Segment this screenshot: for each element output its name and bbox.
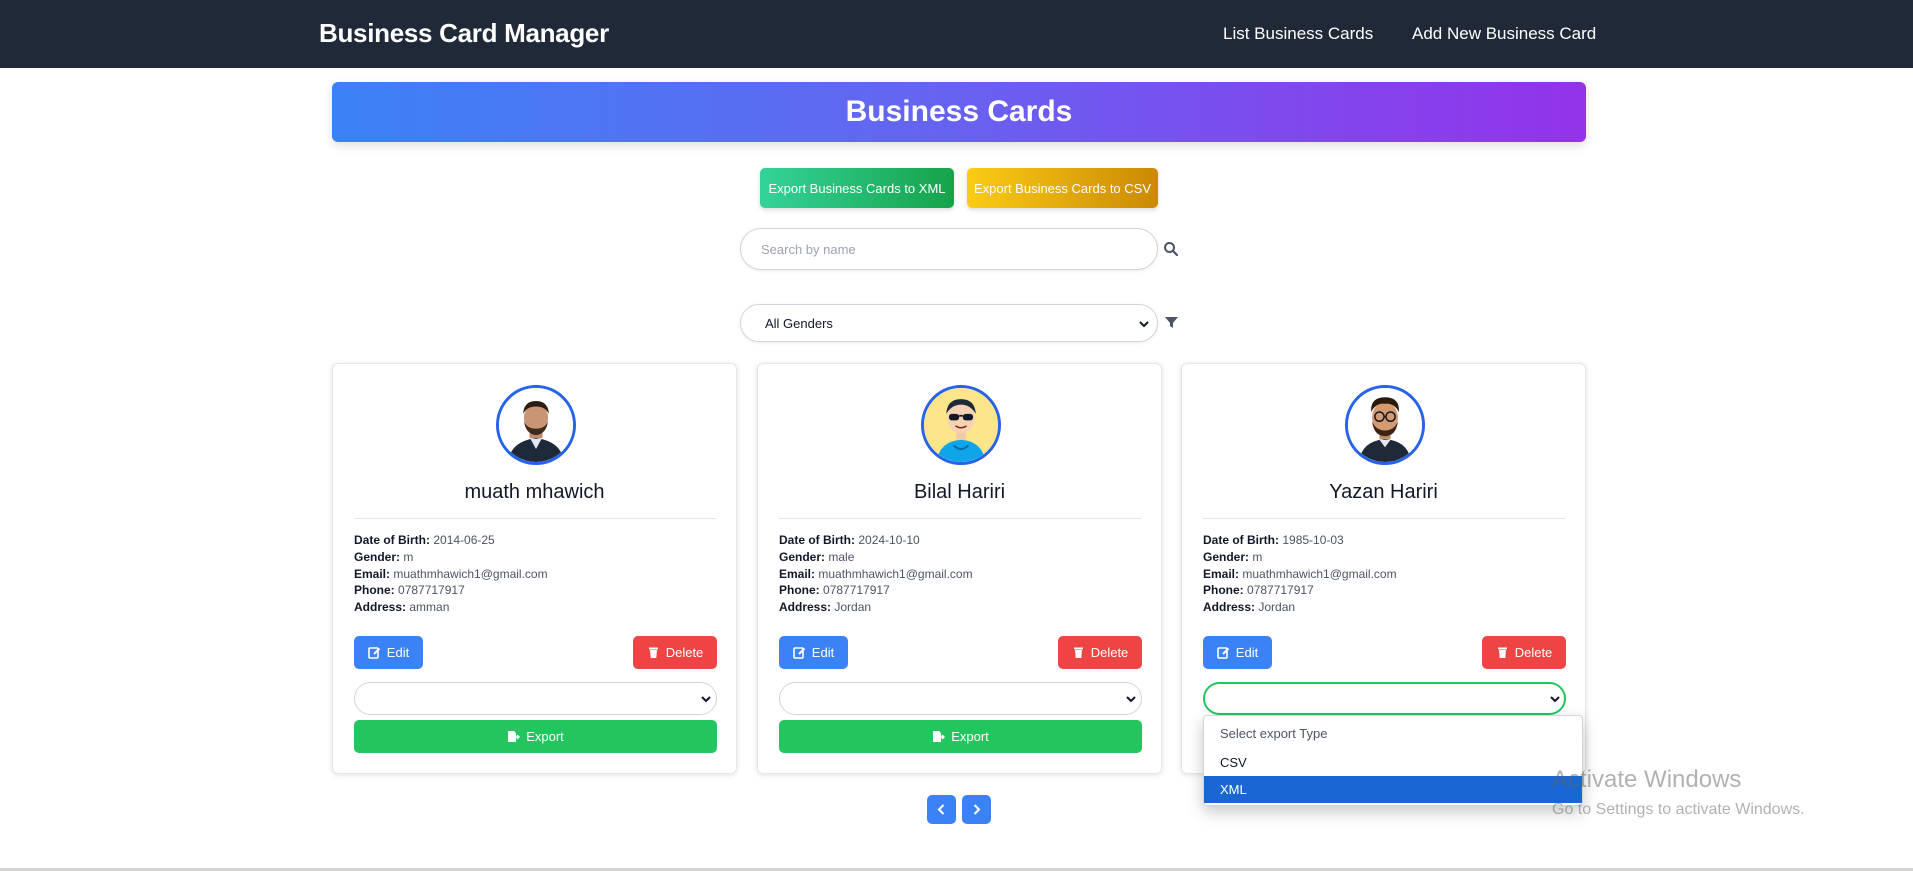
card-dob: Date of Birth: 2024-10-10 [779,533,920,547]
avatar [496,385,576,465]
card-address: Address: Jordan [1203,600,1296,614]
card-name: Yazan Hariri [1329,481,1438,503]
card-address: Address: Jordan [779,600,872,614]
trash-icon [1497,647,1507,658]
card-email: Email: muathmhawich1@gmail.com [354,567,548,581]
edit-icon [792,647,806,659]
file-export-icon [508,731,521,742]
activate-windows-watermark: Activate Windows [1552,766,1742,793]
trash-icon [1073,647,1083,658]
card-gender: Gender: male [779,550,855,564]
card-phone: Phone: 0787717917 [779,583,890,597]
card-phone: Phone: 0787717917 [1203,583,1314,597]
chevron-left-icon [937,804,945,815]
nav-link-add-card[interactable]: Add New Business Card [1412,24,1596,44]
card-email: Email: muathmhawich1@gmail.com [779,567,973,581]
export-button[interactable]: Export [354,720,717,753]
chevron-down-icon [699,692,713,706]
brand-title[interactable]: Business Card Manager [319,18,609,49]
dropdown-option-xml[interactable]: XML [1204,776,1582,803]
card-phone: Phone: 0787717917 [354,583,465,597]
avatar [1345,385,1425,465]
gender-filter-select[interactable]: All Genders [740,304,1158,342]
dropdown-option-placeholder[interactable]: Select export Type [1204,720,1582,747]
chevron-right-icon [973,804,981,815]
card-dob: Date of Birth: 2014-06-25 [354,533,495,547]
top-navbar: Business Card Manager List Business Card… [0,0,1913,68]
trash-icon [648,647,658,658]
card-email: Email: muathmhawich1@gmail.com [1203,567,1397,581]
card-gender: Gender: m [1203,550,1263,564]
file-export-icon [933,731,946,742]
nav-link-list-cards[interactable]: List Business Cards [1223,24,1373,44]
export-type-select[interactable] [354,682,717,715]
activate-windows-subtitle: Go to Settings to activate Windows. [1552,801,1805,818]
card-gender: Gender: m [354,550,414,564]
chevron-down-icon [1548,692,1562,706]
export-type-dropdown: Select export Type CSV XML [1203,715,1583,806]
avatar [921,385,1001,465]
page-header-banner: Business Cards [332,82,1586,142]
dropdown-option-csv[interactable]: CSV [1204,749,1582,776]
filter-icon [1164,315,1179,330]
chevron-down-icon [1137,317,1151,331]
delete-button[interactable]: Delete [633,636,717,669]
business-card: Yazan Hariri Date of Birth: 1985-10-03 G… [1181,363,1586,774]
divider [354,518,716,519]
delete-button[interactable]: Delete [1482,636,1566,669]
edit-button[interactable]: Edit [1203,636,1272,669]
search-icon[interactable] [1163,241,1179,257]
previous-page-button[interactable] [927,795,956,824]
gender-filter-value: All Genders [765,316,833,331]
card-name: muath mhawich [464,481,605,503]
business-card: muath mhawich Date of Birth: 2014-06-25 … [332,363,737,774]
chevron-down-icon [1124,692,1138,706]
export-type-select[interactable] [779,682,1142,715]
edit-button[interactable]: Edit [779,636,848,669]
edit-button[interactable]: Edit [354,636,423,669]
divider [1203,518,1565,519]
card-name: Bilal Hariri [913,481,1006,503]
card-address: Address: amman [354,600,450,614]
next-page-button[interactable] [962,795,991,824]
divider [779,518,1141,519]
search-input[interactable] [740,228,1158,270]
page-title: Business Cards [845,95,1073,128]
export-type-select[interactable] [1203,682,1566,715]
delete-button[interactable]: Delete [1058,636,1142,669]
edit-icon [1216,647,1230,659]
export-button[interactable]: Export [779,720,1142,753]
edit-icon [367,647,381,659]
export-xml-button[interactable]: Export Business Cards to XML [760,168,954,208]
business-card: Bilal Hariri Date of Birth: 2024-10-10 G… [757,363,1162,774]
export-csv-button[interactable]: Export Business Cards to CSV [967,168,1158,208]
card-dob: Date of Birth: 1985-10-03 [1203,533,1344,547]
